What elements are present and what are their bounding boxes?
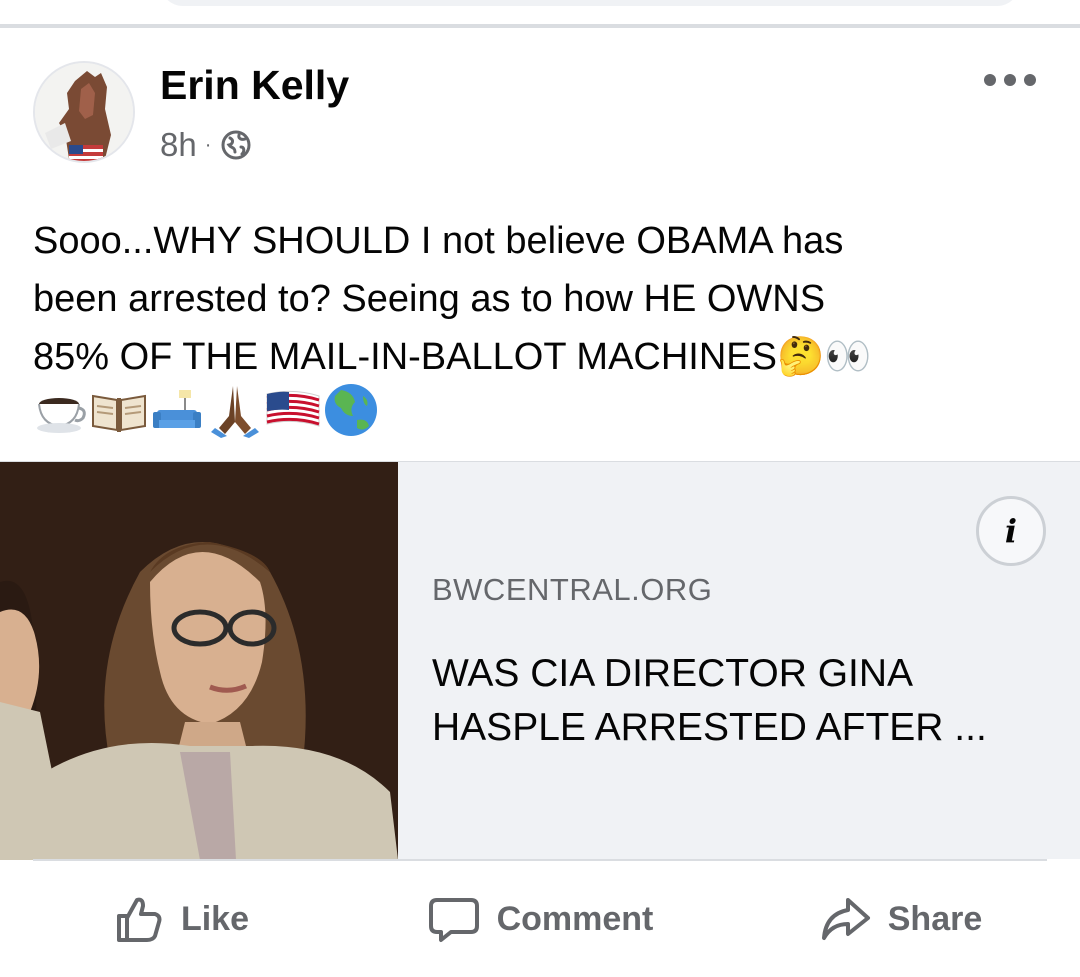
link-domain: BWCENTRAL.ORG (432, 572, 713, 607)
us-flag-emoji (265, 382, 321, 443)
post-timestamp[interactable]: 8h (160, 126, 197, 164)
emoji-line (33, 382, 381, 443)
thumbs-up-icon (116, 897, 162, 942)
globe-icon (221, 130, 251, 160)
couch-and-lamp-emoji (149, 382, 205, 443)
comment-bubble-icon (428, 898, 479, 942)
coffee-emoji (33, 382, 89, 443)
post-meta: 8h · (160, 125, 251, 165)
share-arrow-icon (821, 898, 870, 940)
link-headline[interactable]: WAS CIA DIRECTOR GINA HASPLE ARRESTED AF… (432, 647, 1052, 755)
post-text-line: Sooo...WHY SHOULD I not believe OBAMA ha… (33, 220, 844, 262)
post-text: Sooo...WHY SHOULD I not believe OBAMA ha… (33, 212, 1033, 386)
meta-separator: · (204, 133, 212, 156)
post-actions-bar: Like Comment Share (0, 861, 1080, 977)
link-preview-image[interactable] (0, 462, 398, 860)
avatar[interactable] (33, 61, 135, 163)
more-dot (1004, 74, 1016, 86)
info-icon[interactable]: i (976, 496, 1046, 566)
folded-hands-emoji (207, 382, 263, 443)
like-label: Like (180, 899, 250, 938)
share-label: Share (887, 899, 983, 938)
open-book-emoji (91, 382, 147, 443)
share-button[interactable]: Share (720, 861, 1080, 977)
post-author-name[interactable]: Erin Kelly (160, 62, 349, 109)
section-divider (0, 24, 1080, 28)
more-dot (984, 74, 996, 86)
top-search-bar[interactable] (160, 0, 1020, 6)
like-button[interactable]: Like (0, 861, 360, 977)
comment-button[interactable]: Comment (360, 861, 720, 977)
post-text-line: 85% OF THE MAIL-IN-BALLOT MACHINES🤔👀 (33, 336, 872, 378)
more-dot (1024, 74, 1036, 86)
comment-label: Comment (496, 899, 654, 938)
link-preview-card[interactable]: i BWCENTRAL.ORG WAS CIA DIRECTOR GINA HA… (0, 461, 1080, 860)
globe-asia-australia-emoji (323, 382, 379, 443)
post-text-line: been arrested to? Seeing as to how HE OW… (33, 278, 826, 320)
more-options-icon[interactable] (984, 68, 1036, 92)
